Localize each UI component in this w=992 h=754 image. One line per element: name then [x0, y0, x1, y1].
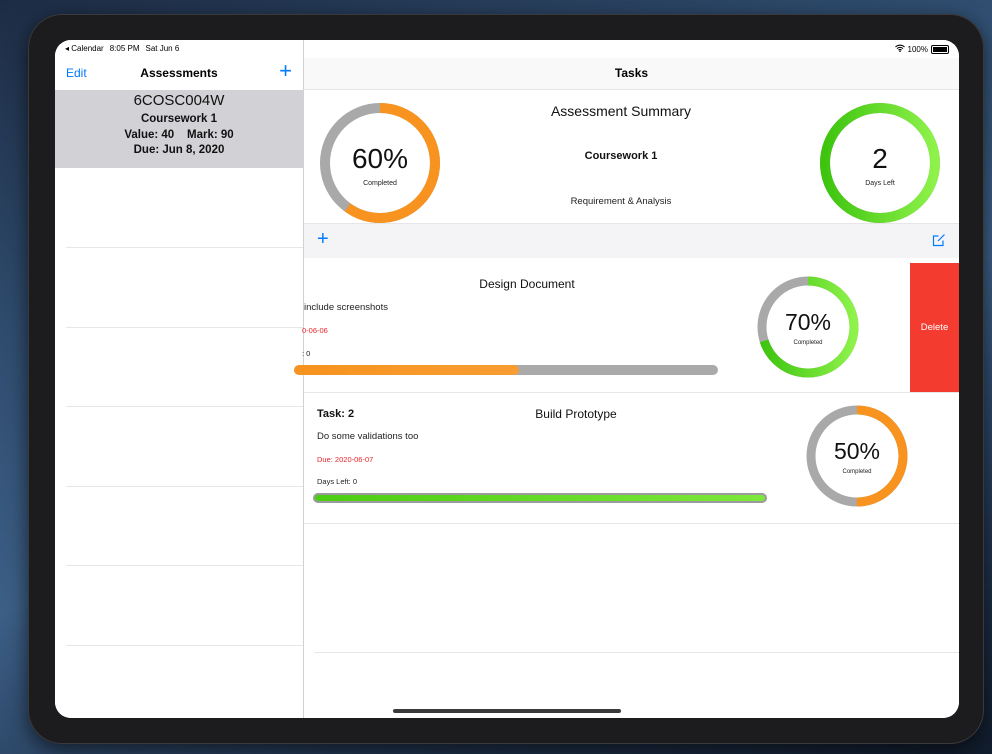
task-progress-ring: 70% Completed — [756, 275, 860, 379]
days-left-caption: Days Left — [865, 180, 895, 187]
assessment-due: Due: Jun 8, 2020 — [133, 144, 225, 156]
days-left-value: 2 — [872, 143, 888, 174]
task-ring-caption: Completed — [842, 469, 872, 475]
status-bar: ◂ Calendar 8:05 PM Sat Jun 6 100% — [55, 40, 959, 56]
assessment-row[interactable]: 6COSC004W Coursework 1 Value: 40 Mark: 9… — [55, 90, 303, 168]
delete-task-button[interactable]: Delete — [910, 263, 959, 392]
row-separator — [66, 565, 303, 566]
task-due: Due: 2020-06-07 — [317, 455, 374, 464]
task-due: 0-06-06 — [302, 326, 328, 335]
task-progress-bar — [294, 365, 718, 375]
task-number: Task: 2 — [317, 408, 355, 420]
summary-title: Assessment Summary — [550, 103, 692, 119]
battery-percent: 100% — [907, 44, 928, 54]
summary-progress-caption: Completed — [363, 180, 397, 187]
tasks-nav-bar: Tasks — [304, 58, 959, 90]
status-date: Sat Jun 6 — [145, 44, 180, 53]
task-ring-caption: Completed — [793, 340, 823, 346]
assessment-name: Coursework 1 — [140, 113, 218, 125]
wifi-icon — [894, 44, 905, 54]
row-separator — [66, 327, 303, 328]
row-separator — [66, 247, 303, 248]
tasks-title: Tasks — [614, 66, 649, 80]
add-task-button[interactable]: + — [317, 228, 329, 250]
task-row-design-document[interactable]: Design Document include screenshots 0-06… — [294, 259, 959, 393]
tasks-pane: Tasks 60% Completed Assessment Summary C… — [294, 40, 959, 718]
task-description: include screenshots — [304, 302, 388, 313]
assessments-pane: Edit Assessments + 6COSC004W Coursework … — [55, 40, 304, 718]
task-progress-fill — [313, 493, 767, 503]
task-title: Build Prototype — [535, 407, 617, 421]
assessment-code: 6COSC004W — [133, 92, 225, 109]
task-title: Design Document — [479, 277, 575, 291]
summary-progress-ring: 60% Completed — [318, 101, 442, 225]
summary-progress-value: 60% — [351, 143, 409, 174]
tasks-toolbar: + — [304, 223, 959, 258]
battery-icon — [931, 44, 949, 54]
status-time: 8:05 PM — [109, 44, 140, 53]
add-assessment-button[interactable]: + — [279, 60, 292, 82]
summary-description: Requirement & Analysis — [570, 196, 672, 207]
ipad-screen: Edit Assessments + 6COSC004W Coursework … — [55, 40, 959, 718]
task-progress-fill — [294, 365, 519, 375]
row-separator — [314, 652, 959, 653]
task-description: Do some validations too — [317, 431, 419, 442]
task-ring-value: 50% — [833, 438, 881, 464]
summary-assessment-name: Coursework 1 — [584, 150, 658, 162]
assessments-nav-bar: Edit Assessments + — [55, 58, 303, 88]
row-separator — [66, 486, 303, 487]
task-days-left: Days Left: 0 — [317, 477, 358, 486]
task-days-left: : 0 — [302, 349, 311, 358]
assessments-title: Assessments — [140, 66, 218, 80]
row-separator — [66, 645, 303, 646]
days-left-ring: 2 Days Left — [818, 101, 942, 225]
assessment-value-mark: Value: 40 Mark: 90 — [124, 129, 234, 141]
task-row-build-prototype[interactable]: Task: 2 Build Prototype Do some validati… — [304, 393, 959, 524]
assessment-summary: 60% Completed Assessment Summary Coursew… — [304, 90, 959, 223]
task-ring-value: 70% — [784, 309, 832, 335]
home-indicator[interactable] — [393, 709, 621, 713]
task-progress-ring: 50% Completed — [805, 404, 909, 508]
row-separator — [66, 406, 303, 407]
task-progress-bar — [313, 493, 767, 503]
back-to-calendar-link[interactable]: ◂ Calendar — [65, 44, 104, 53]
compose-icon[interactable] — [932, 233, 946, 252]
